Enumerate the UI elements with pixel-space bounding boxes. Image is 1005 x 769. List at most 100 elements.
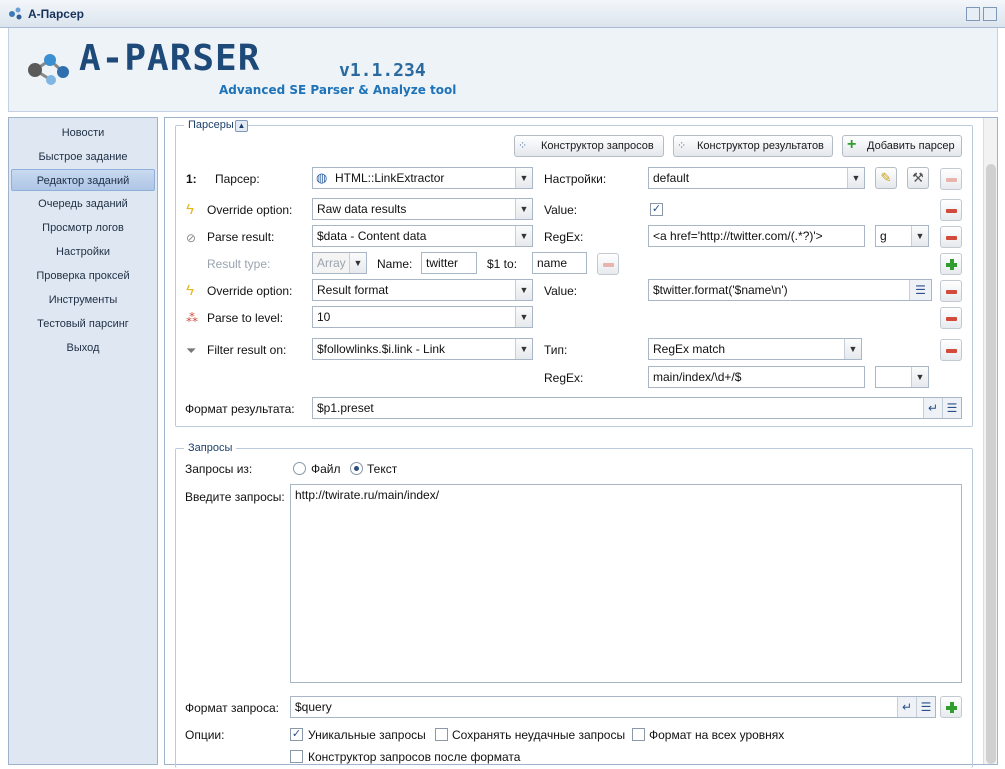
- list-icon[interactable]: ☰: [916, 697, 935, 717]
- wrench-icon: ⚒: [912, 170, 924, 185]
- remove-filter-button[interactable]: [940, 339, 962, 361]
- remove-level-button[interactable]: [940, 307, 962, 329]
- chevron-down-icon: ▼: [911, 226, 928, 246]
- save-failed-queries-checkbox[interactable]: [435, 728, 448, 741]
- nav-item-proxy-check[interactable]: Проверка проксей: [11, 265, 155, 287]
- value-label-2: Value:: [544, 284, 578, 298]
- builder-after-format-checkbox[interactable]: [290, 750, 303, 763]
- chevron-down-icon: ▼: [515, 226, 532, 246]
- parsers-legend: Парсеры: [184, 119, 238, 131]
- parse-to-level-label: Parse to level:: [207, 311, 284, 325]
- nav-item-task-editor[interactable]: Редактор заданий: [11, 169, 155, 191]
- result-format-input[interactable]: $p1.preset ↵ ☰: [312, 397, 962, 419]
- parser-label: Парсер:: [215, 172, 260, 186]
- filter-type-select[interactable]: RegEx match ▼: [648, 338, 862, 360]
- brand-tagline: Advanced SE Parser & Analyze tool: [219, 83, 457, 97]
- settings-label: Настройки:: [544, 172, 607, 186]
- nav-item-news[interactable]: Новости: [11, 122, 155, 144]
- parse-result-select[interactable]: $data - Content data ▼: [312, 225, 533, 247]
- remove-option-button[interactable]: [940, 199, 962, 221]
- chevron-down-icon: ▼: [515, 199, 532, 219]
- nav-item-settings[interactable]: Настройки: [11, 241, 155, 263]
- remove-result-button[interactable]: [940, 226, 962, 248]
- override-option-select[interactable]: Raw data results ▼: [312, 198, 533, 220]
- format-all-levels-checkbox[interactable]: [632, 728, 645, 741]
- filter-regex-input[interactable]: main/index/\d+/$: [648, 366, 865, 388]
- remove-option-button-2[interactable]: [940, 280, 962, 302]
- queries-from-label: Запросы из:: [185, 462, 253, 476]
- override-option-select-2[interactable]: Result format ▼: [312, 279, 533, 301]
- filter-icon: ⏷: [186, 343, 197, 358]
- builder-icon: ⁘: [677, 140, 687, 152]
- filter-result-label: Filter result on:: [207, 343, 287, 357]
- capture-to-input[interactable]: name: [532, 252, 587, 274]
- help-icon[interactable]: [983, 7, 997, 21]
- parser-select[interactable]: ◍ HTML::LinkExtractor ▼: [312, 167, 533, 189]
- enter-queries-label: Введите запросы:: [185, 490, 285, 504]
- regex-label: RegEx:: [544, 230, 584, 244]
- chevron-down-icon: ▼: [515, 339, 532, 359]
- lightning-icon: ϟ: [186, 201, 194, 218]
- result-type-select[interactable]: Array ▼: [312, 252, 367, 274]
- queries-from-text-label: Текст: [367, 462, 398, 476]
- override-option-label-2: Override option:: [207, 284, 293, 298]
- chevron-down-icon: ▼: [911, 367, 928, 387]
- unique-queries-checkbox[interactable]: ✓: [290, 728, 303, 741]
- brand-logo-text: A-PARSER: [79, 38, 261, 79]
- remove-parser-button[interactable]: [940, 168, 962, 190]
- options-label: Опции:: [185, 728, 225, 742]
- add-query-format-button[interactable]: [940, 696, 962, 718]
- remove-capture-button[interactable]: [597, 253, 619, 275]
- edit-settings-button[interactable]: ✎: [875, 167, 897, 189]
- nav-item-quick-task[interactable]: Быстрое задание: [11, 146, 155, 168]
- parse-result-label: Parse result:: [207, 230, 275, 244]
- nav-item-exit[interactable]: Выход: [11, 337, 155, 359]
- chevron-down-icon: ▼: [515, 168, 532, 188]
- format-value-input[interactable]: $twitter.format('$name\n') ☰: [648, 279, 932, 301]
- query-format-label: Формат запроса:: [185, 701, 279, 715]
- nav-item-test-parsing[interactable]: Тестовый парсинг: [11, 313, 155, 335]
- lightning-icon: ϟ: [186, 282, 194, 299]
- filter-result-select[interactable]: $followlinks.$i.link - Link ▼: [312, 338, 533, 360]
- result-builder-button[interactable]: ⁘ Конструктор результатов: [673, 135, 833, 157]
- list-icon[interactable]: ☰: [942, 398, 961, 418]
- nav-item-tools[interactable]: Инструменты: [11, 289, 155, 311]
- query-format-input[interactable]: $query ↵ ☰: [290, 696, 936, 718]
- filter-flags-select[interactable]: ▼: [875, 366, 929, 388]
- settings-select[interactable]: default ▼: [648, 167, 865, 189]
- tools-settings-button[interactable]: ⚒: [907, 167, 929, 189]
- queries-from-file-radio[interactable]: [293, 462, 306, 475]
- regex-input[interactable]: <a href='http://twitter.com/(.*?)'>: [648, 225, 865, 247]
- chevron-down-icon: ▼: [515, 307, 532, 327]
- main-scrollbar[interactable]: [983, 118, 997, 764]
- queries-from-text-radio[interactable]: [350, 462, 363, 475]
- add-capture-button[interactable]: [940, 253, 962, 275]
- return-icon[interactable]: ↵: [897, 697, 916, 717]
- chevron-down-icon: ▼: [349, 253, 366, 273]
- list-icon[interactable]: ☰: [909, 280, 931, 300]
- scrollbar-thumb[interactable]: [986, 164, 996, 764]
- builder-after-format-label: Конструктор запросов после формата: [308, 750, 521, 764]
- collapse-parsers-icon[interactable]: ▲: [235, 120, 248, 132]
- name-input[interactable]: twitter: [421, 252, 477, 274]
- globe-icon: ◍: [316, 170, 328, 185]
- name-label: Name:: [377, 257, 413, 271]
- filter-type-label: Тип:: [544, 343, 568, 357]
- pin-icon[interactable]: [966, 7, 980, 21]
- add-parser-button[interactable]: + Добавить парсер: [842, 135, 962, 157]
- queries-textarea[interactable]: http://twirate.ru/main/index/: [290, 484, 962, 683]
- return-icon[interactable]: ↵: [923, 398, 942, 418]
- chevron-down-icon: ▼: [515, 280, 532, 300]
- nav-item-task-queue[interactable]: Очередь заданий: [11, 193, 155, 215]
- plus-icon: +: [847, 136, 857, 153]
- nav-item-logs[interactable]: Просмотр логов: [11, 217, 155, 239]
- brand-version: v1.1.234: [339, 60, 426, 81]
- regex-flags-select[interactable]: g ▼: [875, 225, 929, 247]
- filter-regex-label: RegEx:: [544, 371, 584, 385]
- header-banner: A-PARSER v1.1.234 Advanced SE Parser & A…: [8, 28, 998, 112]
- value-checkbox[interactable]: ✓: [650, 203, 663, 216]
- parse-to-level-select[interactable]: 10 ▼: [312, 306, 533, 328]
- query-builder-button[interactable]: ⁘ Конструктор запросов: [514, 135, 664, 157]
- chevron-down-icon: ▼: [847, 168, 864, 188]
- window-titlebar: A-Парсер: [0, 0, 1005, 28]
